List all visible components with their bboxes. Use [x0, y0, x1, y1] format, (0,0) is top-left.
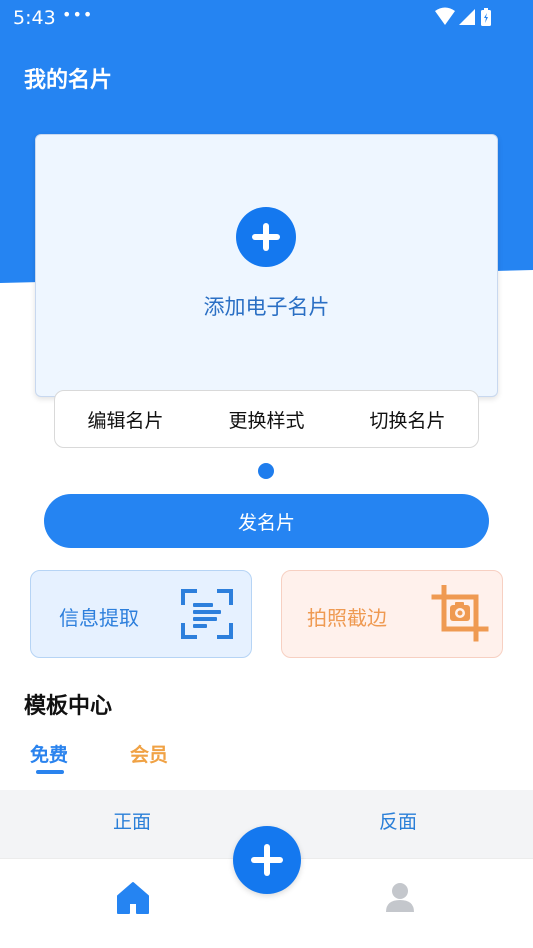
page-title: 我的名片: [24, 68, 113, 93]
home-icon[interactable]: [116, 881, 150, 915]
add-card-label: 添加电子名片: [203, 295, 330, 319]
edit-card-button[interactable]: 编辑名片: [55, 391, 196, 447]
tab-free[interactable]: 免费: [30, 740, 68, 767]
tab-indicator: [36, 770, 64, 774]
scan-text-icon: [181, 589, 233, 639]
tab-vip[interactable]: 会员: [130, 740, 168, 767]
crop-camera-icon: [431, 585, 489, 642]
info-extract-label: 信息提取: [59, 606, 139, 630]
plus-icon: [252, 223, 280, 251]
nav-add-button[interactable]: [233, 826, 301, 894]
signal-icon: [459, 9, 475, 25]
add-card-button[interactable]: [236, 207, 296, 267]
card-action-bar: 编辑名片 更换样式 切换名片: [54, 390, 479, 448]
plus-icon: [251, 844, 283, 876]
photo-crop-label: 拍照截边: [307, 606, 387, 630]
add-business-card[interactable]: 添加电子名片: [35, 134, 498, 397]
photo-crop-card[interactable]: 拍照截边: [281, 570, 503, 658]
status-icons: [435, 7, 491, 26]
info-extract-card[interactable]: 信息提取: [30, 570, 252, 658]
pager-dot: [258, 463, 274, 479]
template-center-title: 模板中心: [24, 694, 113, 719]
battery-icon: [481, 8, 491, 26]
user-icon[interactable]: [384, 881, 416, 913]
send-card-button[interactable]: 发名片: [44, 494, 489, 548]
wifi-icon: [435, 7, 455, 25]
face-front-tab[interactable]: 正面: [113, 807, 151, 834]
face-back-tab[interactable]: 反面: [379, 807, 417, 834]
status-time: 5:43: [13, 7, 56, 29]
status-bar: 5:43 •••: [0, 0, 533, 36]
change-style-button[interactable]: 更换样式: [196, 391, 337, 447]
status-more-icon: •••: [62, 5, 94, 24]
switch-card-button[interactable]: 切换名片: [337, 391, 478, 447]
